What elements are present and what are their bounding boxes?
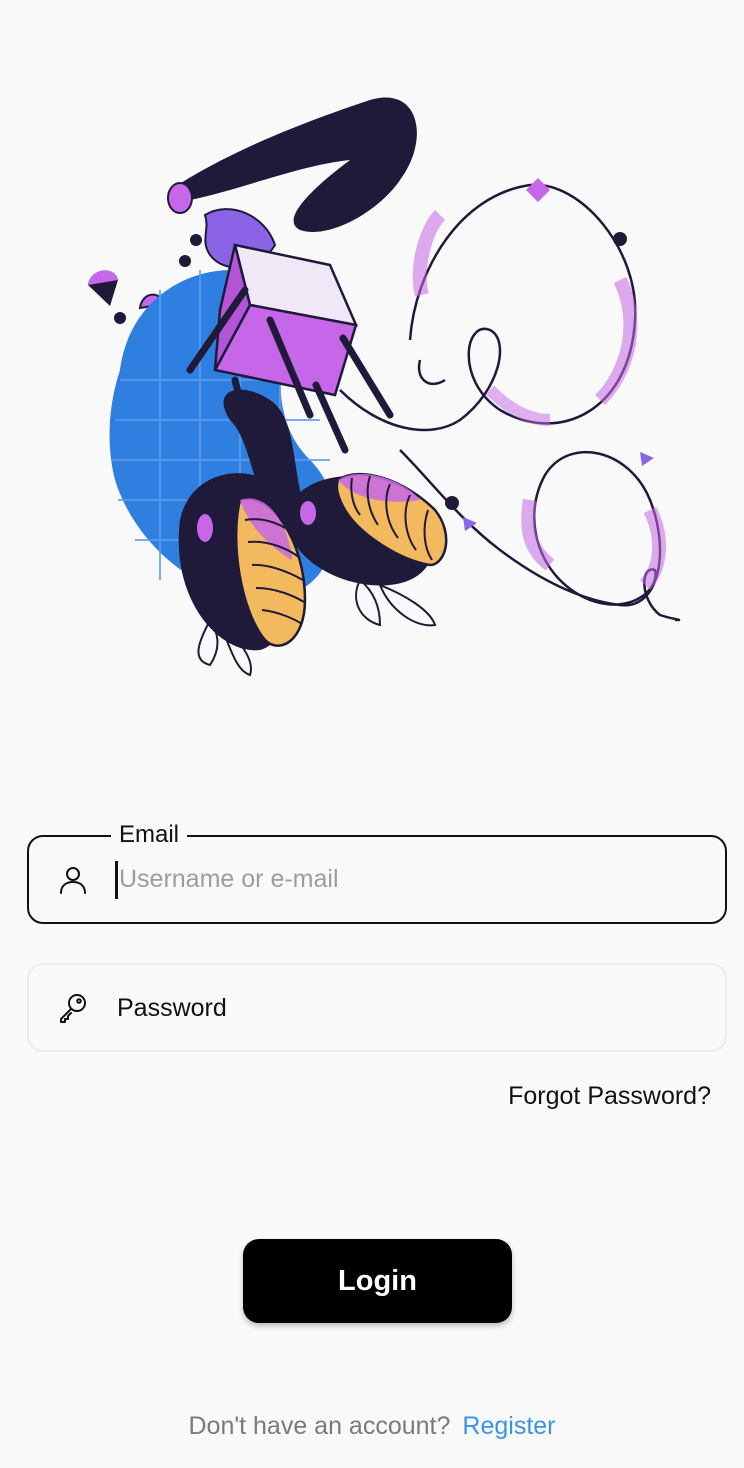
password-field[interactable]: Password bbox=[27, 963, 727, 1052]
register-prompt-text: Don't have an account? bbox=[188, 1412, 451, 1440]
hero-illustration bbox=[60, 80, 700, 700]
key-icon bbox=[55, 990, 91, 1026]
user-icon bbox=[55, 862, 91, 898]
password-input-label: Password bbox=[117, 993, 227, 1022]
text-caret bbox=[115, 860, 118, 899]
email-field[interactable]: Email bbox=[27, 821, 727, 924]
email-input[interactable] bbox=[115, 859, 705, 900]
register-prompt: Don't have an account? Register bbox=[0, 1410, 744, 1442]
forgot-password-link[interactable]: Forgot Password? bbox=[508, 1081, 711, 1111]
email-field-label: Email bbox=[111, 821, 188, 849]
register-link[interactable]: Register bbox=[462, 1412, 555, 1440]
login-button[interactable]: Login bbox=[243, 1239, 512, 1323]
